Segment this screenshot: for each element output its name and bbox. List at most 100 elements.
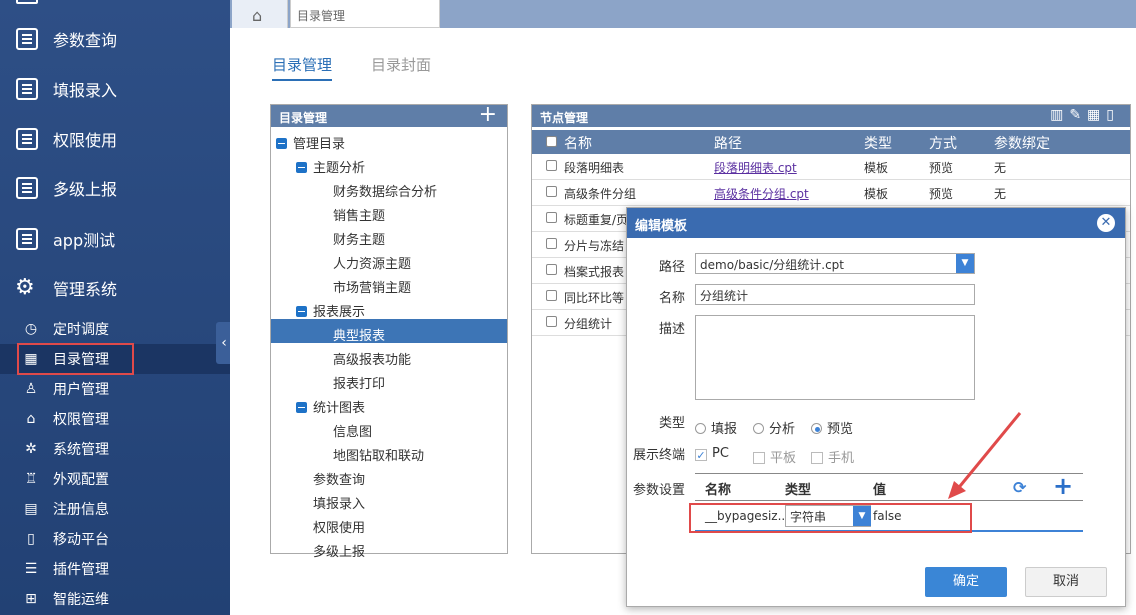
sidebar-sub-system[interactable]: ✲ 系统管理 bbox=[0, 434, 230, 464]
tree-node[interactable]: 管理目录 bbox=[276, 133, 345, 152]
row-checkbox[interactable] bbox=[546, 316, 557, 327]
tree-node-selected[interactable]: 典型报表 bbox=[333, 325, 385, 344]
sidebar-sub-schedule[interactable]: ◷ 定时调度 bbox=[0, 314, 230, 344]
collapse-icon[interactable] bbox=[276, 138, 287, 149]
row-checkbox[interactable] bbox=[546, 212, 557, 223]
checkbox-pc[interactable]: ✓ PC bbox=[695, 446, 729, 461]
collapse-icon[interactable] bbox=[296, 306, 307, 317]
row-type: 模板 bbox=[864, 161, 889, 175]
grid-icon[interactable]: ▦ bbox=[1087, 107, 1106, 123]
chevron-down-icon[interactable]: ▼ bbox=[956, 254, 974, 273]
radio-preview[interactable]: 预览 bbox=[811, 418, 853, 437]
radio-circle[interactable] bbox=[695, 423, 706, 434]
trash-icon[interactable]: ▯ bbox=[1106, 107, 1120, 123]
close-icon[interactable]: ✕ bbox=[1097, 214, 1115, 232]
checkbox-box[interactable] bbox=[811, 452, 823, 464]
row-checkbox[interactable] bbox=[546, 290, 557, 301]
tree-node[interactable]: 报表打印 bbox=[333, 373, 385, 392]
toolbar-icons[interactable]: ▥✎▦▯ bbox=[1050, 107, 1120, 123]
table-row[interactable]: 高级条件分组 高级条件分组.cpt 模板 预览 无 bbox=[532, 180, 1130, 206]
tree-node[interactable]: 人力资源主题 bbox=[333, 253, 411, 272]
sidebar-item-fill[interactable]: 填报录入 bbox=[0, 69, 230, 109]
check-icon[interactable]: ✓ bbox=[695, 449, 707, 461]
add-param-icon[interactable]: + bbox=[1053, 472, 1073, 500]
sidebar-sub-permission[interactable]: ⌂ 权限管理 bbox=[0, 404, 230, 434]
tree-node[interactable]: 多级上报 bbox=[313, 541, 365, 560]
desc-label: 描述 bbox=[659, 322, 686, 337]
tree-node[interactable]: 销售主题 bbox=[333, 205, 385, 224]
tree-node[interactable]: 信息图 bbox=[333, 421, 372, 440]
terminal-label: 展示终端 bbox=[633, 448, 686, 463]
name-input[interactable]: 分组统计 bbox=[695, 284, 975, 305]
row-bind: 无 bbox=[994, 187, 1007, 201]
tree-node[interactable]: 地图钻取和联动 bbox=[333, 445, 424, 464]
row-checkbox[interactable] bbox=[546, 264, 557, 275]
tree-node[interactable]: 财务主题 bbox=[333, 229, 385, 248]
chart-icon[interactable]: ▥ bbox=[1050, 107, 1069, 123]
sidebar-item-manage-system[interactable]: ⚙ 管理系统 bbox=[0, 268, 230, 308]
ok-button[interactable]: 确定 bbox=[925, 567, 1007, 597]
sidebar-sub-register[interactable]: ▤ 注册信息 bbox=[0, 494, 230, 524]
sidebar-sub-ops[interactable]: ⊞ 智能运维 bbox=[0, 584, 230, 614]
path-select[interactable]: demo/basic/分组统计.cpt bbox=[695, 253, 975, 274]
checkbox-phone[interactable]: 手机 bbox=[811, 447, 854, 466]
radio-analysis[interactable]: 分析 bbox=[753, 418, 795, 437]
tree-node[interactable]: 市场营销主题 bbox=[333, 277, 411, 296]
tree-node[interactable]: 权限使用 bbox=[313, 517, 365, 536]
tree-node[interactable]: 主题分析 bbox=[296, 157, 365, 176]
checkbox-tablet[interactable]: 平板 bbox=[753, 447, 796, 466]
row-checkbox[interactable] bbox=[546, 186, 557, 197]
radio-circle[interactable] bbox=[753, 423, 764, 434]
row-path-link[interactable]: 高级条件分组.cpt bbox=[714, 185, 809, 202]
arrow-line bbox=[954, 412, 1022, 492]
tree-node[interactable]: 高级报表功能 bbox=[333, 349, 411, 368]
row-name: 同比环比等 bbox=[564, 291, 625, 305]
gear-icon: ✲ bbox=[25, 441, 37, 457]
report-icon bbox=[16, 128, 38, 150]
tree-node[interactable]: 财务数据综合分析 bbox=[333, 181, 437, 200]
checkbox-box[interactable] bbox=[753, 452, 765, 464]
table-row[interactable]: 段落明细表 段落明细表.cpt 模板 预览 无 bbox=[532, 154, 1130, 180]
gear-icon: ⚙ bbox=[15, 275, 35, 300]
collapse-icon[interactable] bbox=[296, 402, 307, 413]
select-all-checkbox[interactable] bbox=[546, 136, 557, 147]
sidebar-sub-users[interactable]: ♙ 用户管理 bbox=[0, 374, 230, 404]
tree-node[interactable]: 报表展示 bbox=[296, 301, 365, 320]
tree-node[interactable]: 参数查询 bbox=[313, 469, 365, 488]
desc-textarea[interactable] bbox=[695, 315, 975, 400]
tab-directory[interactable]: 目录管理 bbox=[290, 0, 440, 28]
collapse-icon[interactable] bbox=[296, 162, 307, 173]
tree-node[interactable]: 填报录入 bbox=[313, 493, 365, 512]
radio-circle-selected[interactable] bbox=[811, 423, 822, 434]
row-checkbox[interactable] bbox=[546, 238, 557, 249]
tree-node-label: 主题分析 bbox=[313, 161, 366, 176]
sidebar-sub-appearance[interactable]: ♖ 外观配置 bbox=[0, 464, 230, 494]
path-label: 路径 bbox=[659, 260, 686, 275]
lock-icon: ⌂ bbox=[26, 411, 36, 427]
checkbox-label: 手机 bbox=[828, 451, 855, 466]
cancel-button[interactable]: 取消 bbox=[1025, 567, 1107, 597]
checkbox-label: 平板 bbox=[770, 451, 797, 466]
edit-icon[interactable]: ✎ bbox=[1069, 107, 1087, 123]
sidebar-item-multilevel[interactable]: 多级上报 bbox=[0, 168, 230, 208]
subtab-cover[interactable]: 目录封面 bbox=[371, 54, 431, 75]
sidebar-sub-mobile[interactable]: ▯ 移动平台 bbox=[0, 524, 230, 554]
sidebar-sub-plugins[interactable]: ☰ 插件管理 bbox=[0, 554, 230, 584]
type-label: 类型 bbox=[659, 416, 686, 431]
node-panel-header: 节点管理 ▥✎▦▯ bbox=[532, 105, 1130, 127]
report-icon bbox=[16, 0, 38, 4]
sidebar-item-app-test[interactable]: app测试 bbox=[0, 219, 230, 259]
add-icon[interactable]: + bbox=[479, 102, 497, 127]
tree-node[interactable]: 统计图表 bbox=[296, 397, 365, 416]
sidebar-item-params[interactable]: 参数查询 bbox=[0, 19, 230, 59]
radio-fill[interactable]: 填报 bbox=[695, 418, 737, 437]
col-bind: 参数绑定 bbox=[994, 136, 1050, 152]
clock-icon: ◷ bbox=[24, 321, 38, 337]
path-value: demo/basic/分组统计.cpt bbox=[700, 258, 845, 272]
row-checkbox[interactable] bbox=[546, 160, 557, 171]
sidebar-item-permission-use[interactable]: 权限使用 bbox=[0, 119, 230, 159]
home-tab[interactable]: ⌂ bbox=[232, 0, 288, 28]
subtab-directory[interactable]: 目录管理 bbox=[272, 54, 333, 81]
row-name: 分组统计 bbox=[564, 317, 613, 331]
row-path-link[interactable]: 段落明细表.cpt bbox=[714, 159, 797, 176]
